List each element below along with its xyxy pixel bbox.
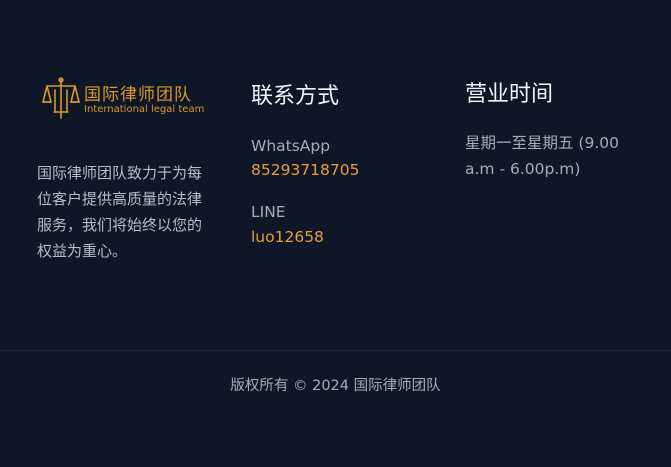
- brand-logo[interactable]: 国际律师团队 International legal team: [42, 76, 205, 122]
- hours-title: 营业时间: [465, 82, 554, 107]
- contact-title: 联系方式: [251, 84, 340, 109]
- brand-name-cn: 国际律师团队: [84, 85, 192, 105]
- footer-divider: [0, 350, 671, 351]
- whatsapp-label: WhatsApp: [251, 137, 331, 155]
- scales-of-justice-icon: [42, 77, 80, 119]
- brand-name-en: International legal team: [84, 104, 205, 115]
- whatsapp-link[interactable]: 85293718705: [251, 161, 359, 179]
- about-text: 国际律师团队致力于为每位客户提供高质量的法律服务，我们将始终以您的权益为重心。: [37, 164, 203, 260]
- line-link[interactable]: luo12658: [251, 228, 324, 246]
- copyright-text: 版权所有 © 2024 国际律师团队: [230, 378, 441, 394]
- line-label: LINE: [251, 203, 286, 221]
- hours-text: 星期一至星期五 (9.00 a.m - 6.00p.m): [465, 134, 619, 178]
